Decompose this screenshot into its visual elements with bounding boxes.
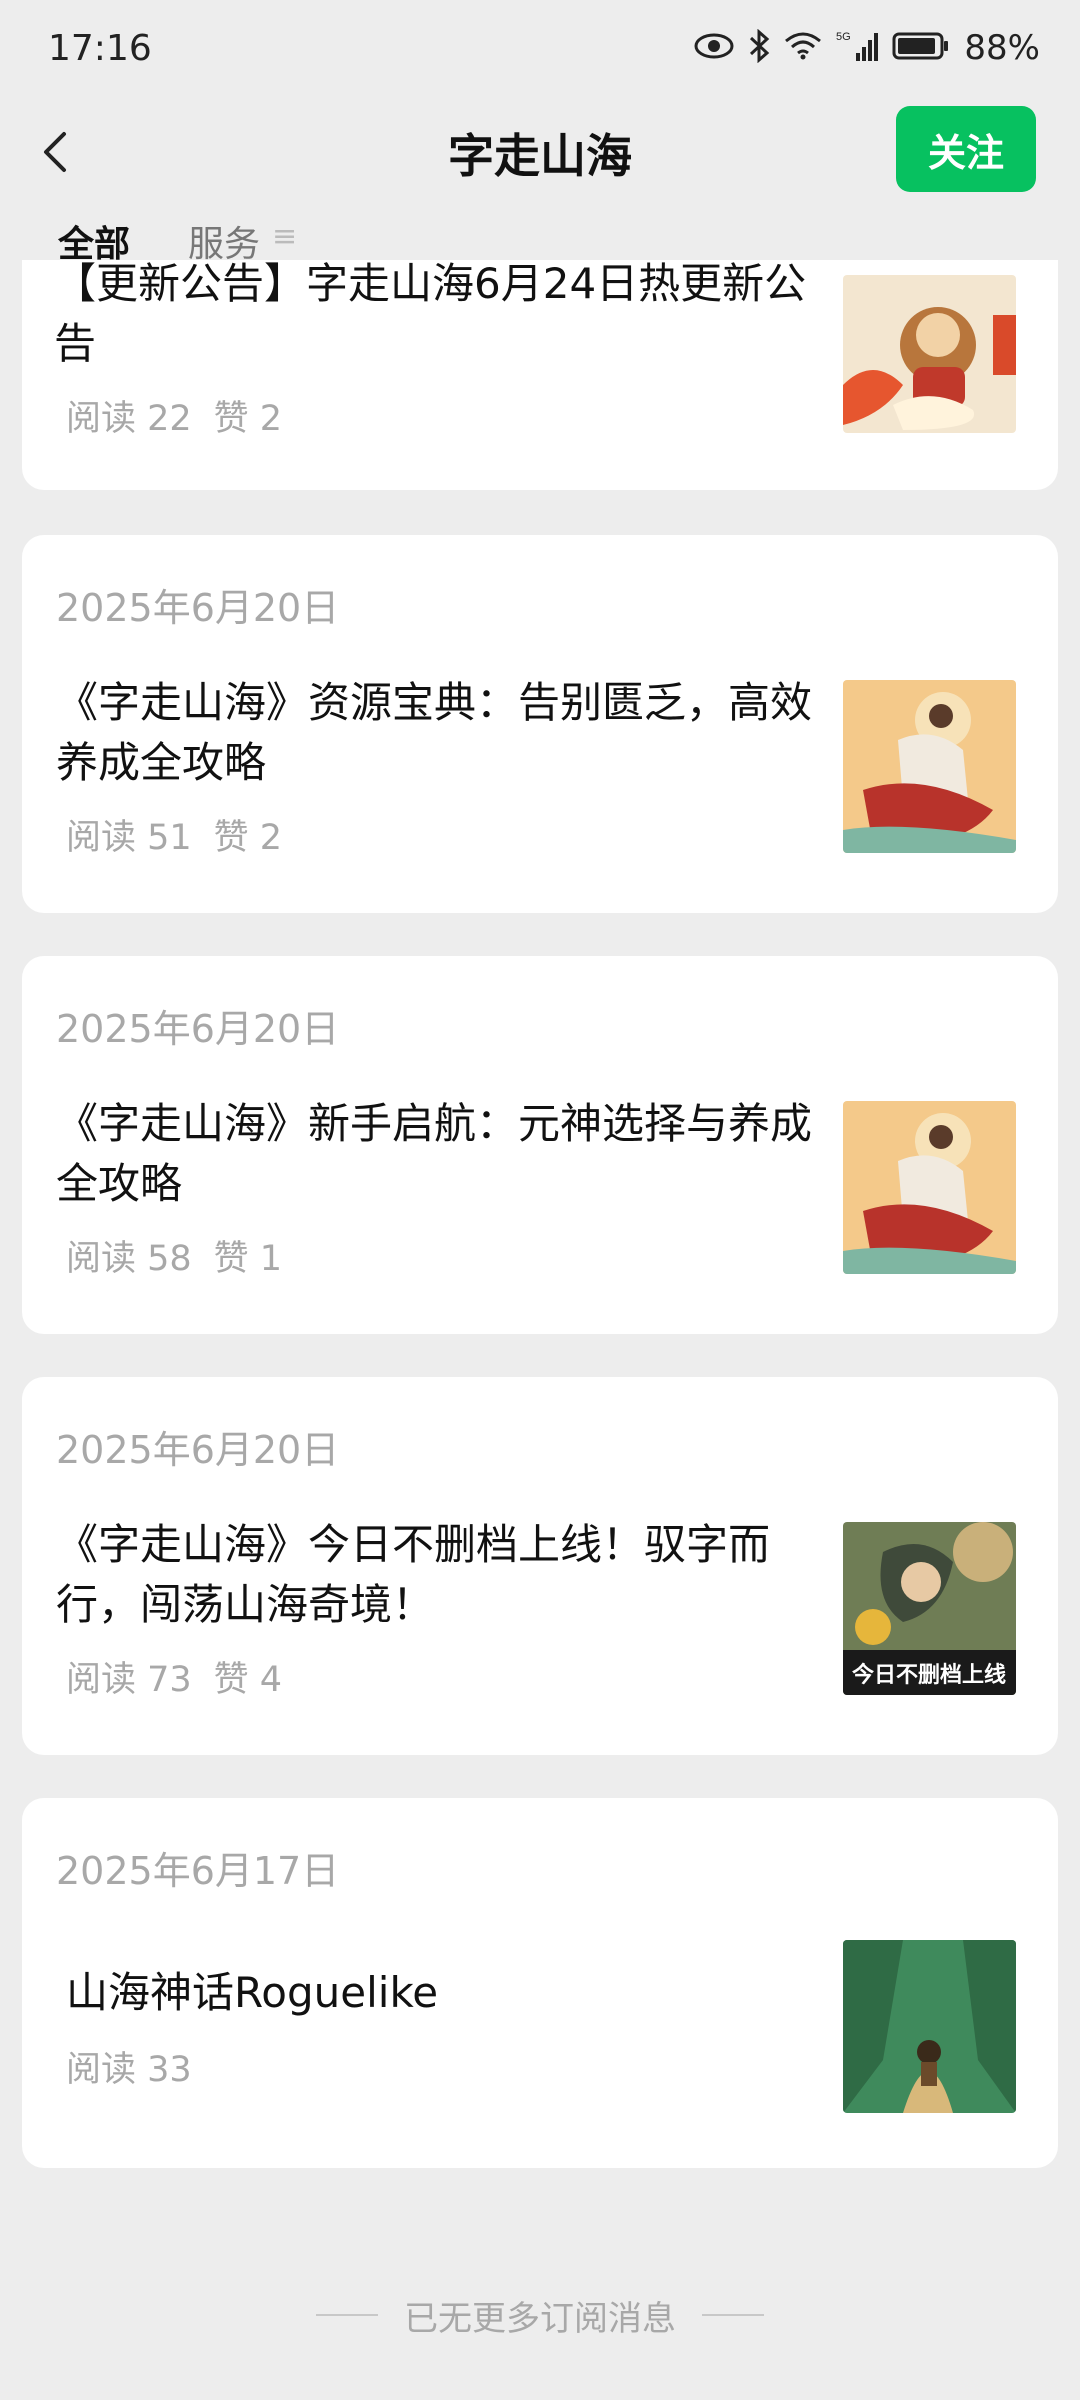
article-stats: 阅读 33 — [66, 2041, 214, 2092]
article-card[interactable]: 2025年6月20日 《字走山海》今日不删档上线！驭字而行，闯荡山海奇境！ 阅读… — [22, 1377, 1058, 1755]
article-thumbnail: 今日不删档上线 — [843, 1522, 1016, 1695]
header: 字走山海 关注 — [0, 100, 1080, 200]
menu-icon[interactable]: ≡ — [272, 219, 297, 254]
like-count: 赞 2 — [213, 818, 283, 858]
deity-art-image — [843, 680, 1016, 853]
battery-percent: 88% — [964, 28, 1040, 68]
article-thumbnail — [843, 1101, 1016, 1274]
status-time: 17:16 — [48, 28, 152, 69]
launch-art-image: 今日不删档上线 — [843, 1522, 1016, 1695]
article-thumbnail — [843, 680, 1016, 853]
wifi-icon — [784, 31, 822, 65]
article-card[interactable]: 2025年6月20日 《字走山海》资源宝典：告别匮乏，高效养成全攻略 阅读 51… — [22, 535, 1058, 913]
signal-icon: 5G — [836, 29, 879, 67]
battery-icon — [892, 31, 950, 65]
article-stats: 阅读 51 赞 2 — [66, 809, 304, 860]
article-thumbnail — [843, 1940, 1016, 2113]
article-title: 山海神话Roguelike — [66, 1968, 439, 2017]
article-date: 2025年6月20日 — [56, 1428, 340, 1472]
read-count: 阅读 73 — [66, 1660, 192, 1700]
article-stats: 阅读 22 赞 2 — [66, 390, 304, 441]
article-thumbnail — [843, 275, 1016, 433]
divider — [316, 2314, 378, 2316]
article-date: 2025年6月20日 — [56, 586, 340, 630]
eye-icon — [694, 32, 734, 64]
like-count: 赞 2 — [213, 399, 283, 439]
deity-art-image — [843, 1101, 1016, 1274]
article-title: 《字走山海》新手启航：元神选择与养成全攻略 — [56, 1099, 813, 1208]
read-count: 阅读 33 — [66, 2050, 192, 2090]
article-card[interactable]: 【更新公告】字走山海6月24日热更新公告 阅读 22 赞 2 — [22, 259, 1058, 490]
forest-art-image — [843, 1940, 1016, 2113]
article-stats: 阅读 58 赞 1 — [66, 1230, 304, 1281]
like-count: 赞 4 — [213, 1660, 283, 1700]
read-count: 阅读 58 — [66, 1239, 192, 1279]
article-card[interactable]: 2025年6月20日 《字走山海》新手启航：元神选择与养成全攻略 阅读 58 赞 … — [22, 956, 1058, 1334]
network-label: 5G — [836, 31, 851, 43]
like-count: 赞 1 — [213, 1239, 283, 1279]
bluetooth-icon — [748, 28, 770, 67]
read-count: 阅读 51 — [66, 818, 192, 858]
follow-button[interactable]: 关注 — [896, 106, 1036, 192]
divider — [702, 2314, 764, 2316]
end-of-feed-text: 已无更多订阅消息 — [404, 2298, 676, 2339]
thumbnail-caption: 今日不删档上线 — [852, 1662, 1006, 1688]
end-of-feed: 已无更多订阅消息 — [0, 2290, 1080, 2340]
read-count: 阅读 22 — [66, 399, 192, 439]
article-card[interactable]: 2025年6月17日 山海神话Roguelike 阅读 33 — [22, 1798, 1058, 2168]
status-bar: 17:16 5G 88% — [0, 0, 1080, 100]
monkey-king-art-image — [843, 275, 1016, 433]
article-date: 2025年6月17日 — [56, 1849, 340, 1893]
status-icons: 5G 88% — [694, 24, 1040, 72]
article-stats: 阅读 73 赞 4 — [66, 1651, 304, 1702]
article-title: 【更新公告】字走山海6月24日热更新公告 — [54, 259, 807, 368]
article-title: 《字走山海》今日不删档上线！驭字而行，闯荡山海奇境！ — [56, 1520, 771, 1629]
article-date: 2025年6月20日 — [56, 1007, 340, 1051]
article-title: 《字走山海》资源宝典：告别匮乏，高效养成全攻略 — [56, 678, 813, 787]
